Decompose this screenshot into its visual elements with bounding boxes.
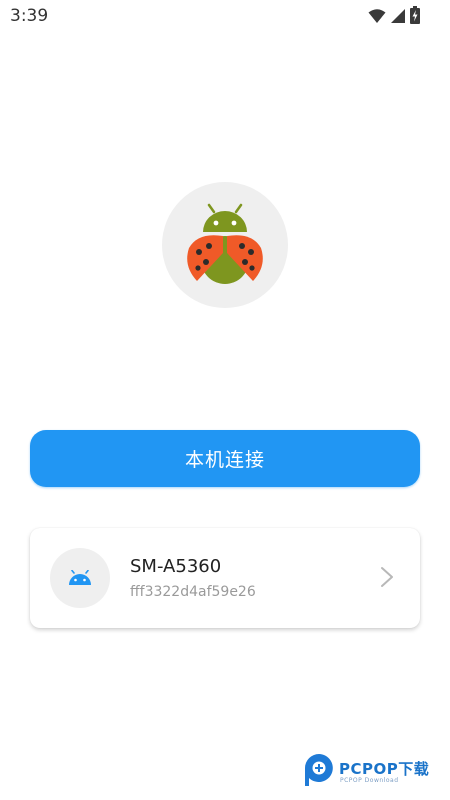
android-icon [69, 570, 91, 585]
device-list-item[interactable]: SM-A5360 fff3322d4af59e26 [30, 528, 420, 628]
device-id: fff3322d4af59e26 [130, 584, 256, 600]
status-bar: 3:39 [0, 0, 450, 32]
status-icons [368, 6, 420, 28]
pcpop-logo-icon [305, 754, 333, 786]
watermark-sub: PCPOP Download [340, 777, 399, 784]
app-logo [162, 182, 288, 308]
watermark-brand: PCPOP下载 [339, 760, 430, 778]
device-avatar [50, 548, 110, 608]
ladybug-android-icon [187, 203, 263, 284]
device-name: SM-A5360 [130, 556, 222, 577]
watermark: PCPOP下载 PCPOP Download [303, 750, 445, 790]
wifi-icon [368, 8, 386, 28]
local-connect-button[interactable]: 本机连接 [30, 430, 420, 487]
signal-icon [390, 8, 406, 28]
status-time: 3:39 [10, 6, 49, 26]
chevron-right-icon[interactable] [380, 566, 394, 588]
battery-charging-icon [410, 6, 420, 28]
